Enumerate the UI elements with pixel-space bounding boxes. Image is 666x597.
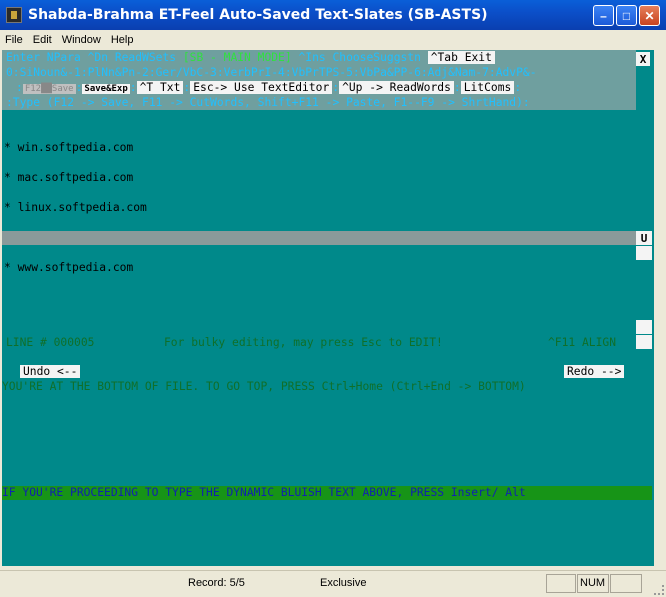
- close-window-button[interactable]: ✕: [639, 5, 660, 26]
- title-bar: Shabda-Brahma ET-Feel Auto-Saved Text-Sl…: [0, 0, 666, 30]
- line-number-status: LINE # 000005: [6, 336, 95, 349]
- minimize-button[interactable]: –: [593, 5, 614, 26]
- editor-area[interactable]: Enter NPara ^Dn ReadWSets [SB - MAIN MOD…: [2, 50, 654, 566]
- menu-help[interactable]: Help: [106, 34, 139, 46]
- dynamic-text-message: IF YOU'RE PROCEEDING TO TYPE THE DYNAMIC…: [2, 486, 526, 499]
- side-box[interactable]: [636, 246, 652, 260]
- record-status: Record: 5/5: [188, 577, 245, 589]
- dynamic-text-bar: IF YOU'RE PROCEEDING TO TYPE THE DYNAMIC…: [2, 486, 652, 500]
- menu-bar: File Edit Window Help: [0, 30, 666, 50]
- f12-save-button[interactable]: F12██Save: [22, 84, 76, 94]
- bottom-of-file-message: YOU'RE AT THE BOTTOM OF FILE. TO GO TOP,…: [2, 380, 526, 393]
- resize-grip-icon[interactable]: [654, 585, 664, 595]
- maximize-button[interactable]: □: [616, 5, 637, 26]
- mode-status: Exclusive: [320, 577, 367, 589]
- window-controls: – □ ✕: [593, 5, 660, 26]
- status-cell: [546, 574, 576, 593]
- tab-exit-button[interactable]: ^Tab Exit: [427, 51, 495, 64]
- ruler-line-1: Enter NPara ^Dn ReadWSets [SB - MAIN MOD…: [6, 51, 495, 64]
- read-words-button[interactable]: ^Up -> ReadWords: [339, 81, 454, 94]
- text-line[interactable]: * www.softpedia.com: [4, 261, 133, 274]
- window-title: Shabda-Brahma ET-Feel Auto-Saved Text-Sl…: [28, 7, 488, 23]
- ruler-ins-text: ^Ins ChooseSuggstn: [291, 51, 428, 64]
- side-box[interactable]: [636, 320, 652, 334]
- menu-window[interactable]: Window: [57, 34, 106, 46]
- ruler-line-4: :Type (F12 -> Save, F11 -> CutWords, Shi…: [6, 96, 530, 109]
- undo-wrap: Undo <--: [20, 365, 81, 378]
- separator-bar: [2, 231, 636, 245]
- align-hint: ^F11 ALIGN: [548, 336, 617, 349]
- menu-file[interactable]: File: [0, 34, 28, 46]
- text-line[interactable]: * win.softpedia.com: [4, 141, 133, 154]
- save-exp-button[interactable]: Save&Exp: [82, 84, 130, 94]
- side-box[interactable]: [636, 335, 652, 349]
- ruler-enter-text: Enter NPara ^Dn ReadWSets: [6, 51, 183, 64]
- use-text-editor-button[interactable]: Esc-> Use TextEditor: [190, 81, 333, 94]
- num-lock-indicator: NUM: [580, 577, 606, 589]
- redo-button[interactable]: Redo -->: [564, 365, 625, 378]
- main-mode-label: [SB - MAIN MODE]: [182, 51, 292, 64]
- ruler-line-2: 0:SiNoun&-1:PlNn&Pn-2:Ger/VbC-3:VerbPrI-…: [6, 66, 537, 79]
- redo-wrap: Redo -->: [564, 365, 625, 378]
- text-line[interactable]: * mac.softpedia.com: [4, 171, 133, 184]
- menu-edit[interactable]: Edit: [28, 34, 57, 46]
- edit-hint: For bulky editing, may press Esc to EDIT…: [164, 336, 443, 349]
- t-txt-button[interactable]: ^T Txt: [136, 81, 184, 94]
- u-button[interactable]: U: [636, 231, 652, 245]
- status-bar: Record: 5/5 Exclusive NUM: [0, 570, 666, 597]
- app-icon[interactable]: [6, 7, 22, 23]
- litcoms-button[interactable]: LitComs: [460, 81, 515, 94]
- ruler-line-3: : F12██Save: Save&Exp: ^T Txt: Esc-> Use Tex…: [16, 81, 522, 94]
- text-line[interactable]: * linux.softpedia.com: [4, 201, 147, 214]
- ruler-close-button[interactable]: X: [636, 52, 650, 66]
- status-cell: [610, 574, 642, 593]
- undo-button[interactable]: Undo <--: [20, 365, 81, 378]
